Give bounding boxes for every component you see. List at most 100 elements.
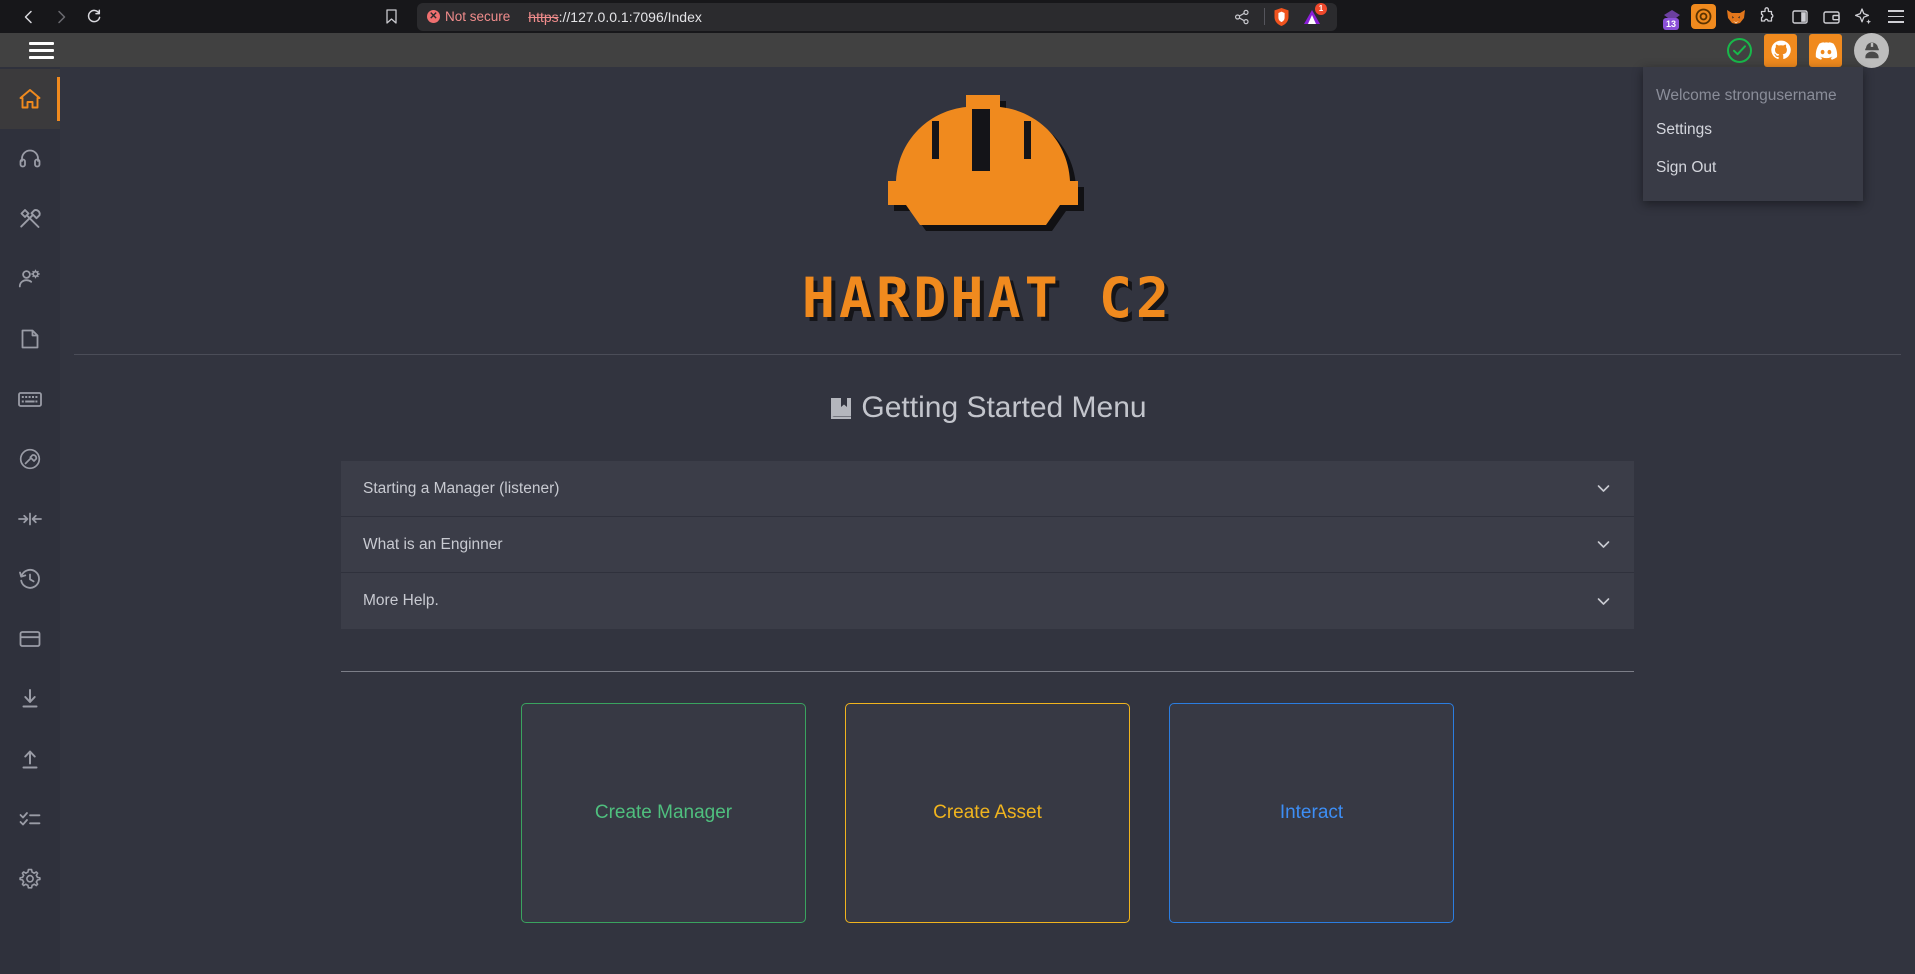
chevron-down-icon [1597, 485, 1610, 492]
user-avatar-hardhat-icon [1864, 42, 1879, 59]
sidebar-item-pivot[interactable] [0, 489, 60, 549]
dropdown-item-settings[interactable]: Settings [1643, 111, 1863, 149]
accordion-label: Starting a Manager (listener) [363, 479, 560, 497]
burger-bar-2 [29, 48, 54, 52]
accordion-item-starting-manager[interactable]: Starting a Manager (listener) [341, 461, 1634, 517]
section-divider [341, 671, 1634, 672]
main-content: HARDHAT C2 Getting Started Menu Starting… [60, 67, 1915, 974]
interact-card[interactable]: Interact [1169, 703, 1454, 923]
sidebar-item-tasks[interactable] [0, 789, 60, 849]
address-bar-area: ✕ Not secure https://127.0.0.1:7096/Inde… [377, 0, 1337, 33]
extensions-puzzle-icon[interactable] [1755, 4, 1780, 29]
not-secure-label: Not secure [445, 9, 511, 24]
sidebar-item-keylogger[interactable] [0, 369, 60, 429]
github-link-button[interactable] [1764, 33, 1797, 67]
not-secure-icon: ✕ [427, 10, 440, 23]
wallet-icon[interactable] [1819, 4, 1844, 29]
reload-button[interactable] [78, 4, 108, 30]
hammer-wrench-icon [20, 209, 41, 228]
user-avatar-button[interactable] [1854, 32, 1889, 68]
privacy-badger-badge: 13 [1663, 18, 1680, 30]
dropdown-item-sign-out[interactable]: Sign Out [1643, 149, 1863, 187]
url-bar[interactable]: ✕ Not secure https://127.0.0.1:7096/Inde… [417, 2, 1337, 31]
create-asset-card[interactable]: Create Asset [845, 703, 1130, 923]
header-actions [1727, 32, 1895, 68]
shields-badge: 1 [1315, 2, 1327, 15]
share-icon [1234, 9, 1249, 24]
menu-bar-1 [1888, 10, 1904, 12]
bookmark-button[interactable] [377, 4, 405, 30]
sidebar-item-credentials[interactable] [0, 609, 60, 669]
card-icon [19, 631, 41, 647]
sidebar-item-upload[interactable] [0, 729, 60, 789]
github-icon [1770, 40, 1791, 60]
toolbar-divider [1264, 8, 1265, 25]
sidebar-item-files[interactable] [0, 309, 60, 369]
sidebar-item-engineers[interactable] [0, 249, 60, 309]
sidebar-item-support[interactable] [0, 129, 60, 189]
accordion-item-more-help[interactable]: More Help. [341, 573, 1634, 629]
page-title-text: Getting Started Menu [861, 391, 1147, 424]
brand-logo-area: HARDHAT C2 [74, 67, 1901, 355]
back-button[interactable] [14, 4, 44, 30]
user-gear-icon [18, 269, 40, 288]
browser-extensions-bar: 13 [1659, 0, 1909, 33]
reload-icon [87, 9, 100, 23]
discord-link-button[interactable] [1809, 33, 1842, 67]
gear-icon [19, 868, 41, 889]
brave-shields-button[interactable] [1272, 7, 1291, 27]
sparkle-icon [1854, 8, 1872, 25]
not-secure-indicator[interactable]: ✕ Not secure [427, 9, 510, 24]
leo-shields-button[interactable]: 1 [1297, 2, 1327, 29]
file-icon [21, 329, 39, 349]
chevron-down-icon [1597, 541, 1610, 548]
burger-bar-1 [29, 41, 54, 45]
sidebar-item-build[interactable] [0, 429, 60, 489]
sidebar-item-history[interactable] [0, 549, 60, 609]
share-button[interactable] [1227, 4, 1257, 30]
user-dropdown-menu: Welcome strongusername Settings Sign Out [1643, 67, 1863, 201]
getting-started-accordion: Starting a Manager (listener) What is an… [341, 461, 1634, 629]
puzzle-piece-icon [1760, 7, 1774, 22]
privacy-badger-extension-icon[interactable]: 13 [1659, 4, 1684, 30]
sidebar-item-settings[interactable] [0, 849, 60, 909]
fox-icon [1726, 9, 1745, 24]
wallet-glyph-icon [1823, 10, 1840, 24]
arrows-collapse-icon [18, 512, 42, 526]
browser-chrome: ✕ Not secure https://127.0.0.1:7096/Inde… [0, 0, 1915, 33]
sidebar-navigation [0, 67, 60, 974]
home-icon [19, 89, 41, 109]
discord-icon [1815, 41, 1837, 60]
leo-ai-sparkle-icon[interactable] [1851, 4, 1876, 29]
sidebar-toggle-icon[interactable] [1787, 4, 1812, 29]
sidebar-item-home[interactable] [0, 69, 60, 129]
url-scheme: https [528, 8, 559, 25]
ublock-origin-extension-icon[interactable] [1691, 4, 1716, 29]
ublock-glyph-icon [1695, 8, 1712, 25]
keyboard-icon [18, 392, 42, 407]
burger-bar-3 [29, 55, 54, 59]
menu-bar-2 [1888, 15, 1904, 18]
logo-text: HARDHAT C2 [801, 266, 1174, 330]
app-body: HARDHAT C2 Getting Started Menu Starting… [0, 67, 1915, 974]
brave-shields-icon [1274, 7, 1289, 26]
interact-label: Interact [1279, 802, 1344, 823]
accordion-item-what-is-engineer[interactable]: What is an Enginner [341, 517, 1634, 573]
check-glyph-icon [1733, 44, 1746, 55]
create-manager-card[interactable]: Create Manager [521, 703, 806, 923]
hamburger-menu-icon[interactable] [29, 39, 55, 61]
forward-button[interactable] [46, 4, 76, 30]
sidebar-panel-icon [1791, 9, 1808, 24]
create-asset-label: Create Asset [933, 802, 1042, 823]
sidebar-item-download[interactable] [0, 669, 60, 729]
metamask-extension-icon[interactable] [1723, 4, 1748, 29]
create-manager-label: Create Manager [594, 802, 733, 823]
checklist-icon [19, 812, 41, 826]
app-header: Welcome strongusername Settings Sign Out [0, 32, 1915, 201]
sidebar-item-tools[interactable] [0, 189, 60, 249]
page-title: Getting Started Menu [60, 391, 1915, 425]
connection-ok-check-icon[interactable] [1727, 37, 1752, 63]
browser-menu-icon[interactable] [1883, 4, 1909, 30]
book-icon [831, 398, 852, 419]
clock-history-icon [19, 569, 40, 589]
